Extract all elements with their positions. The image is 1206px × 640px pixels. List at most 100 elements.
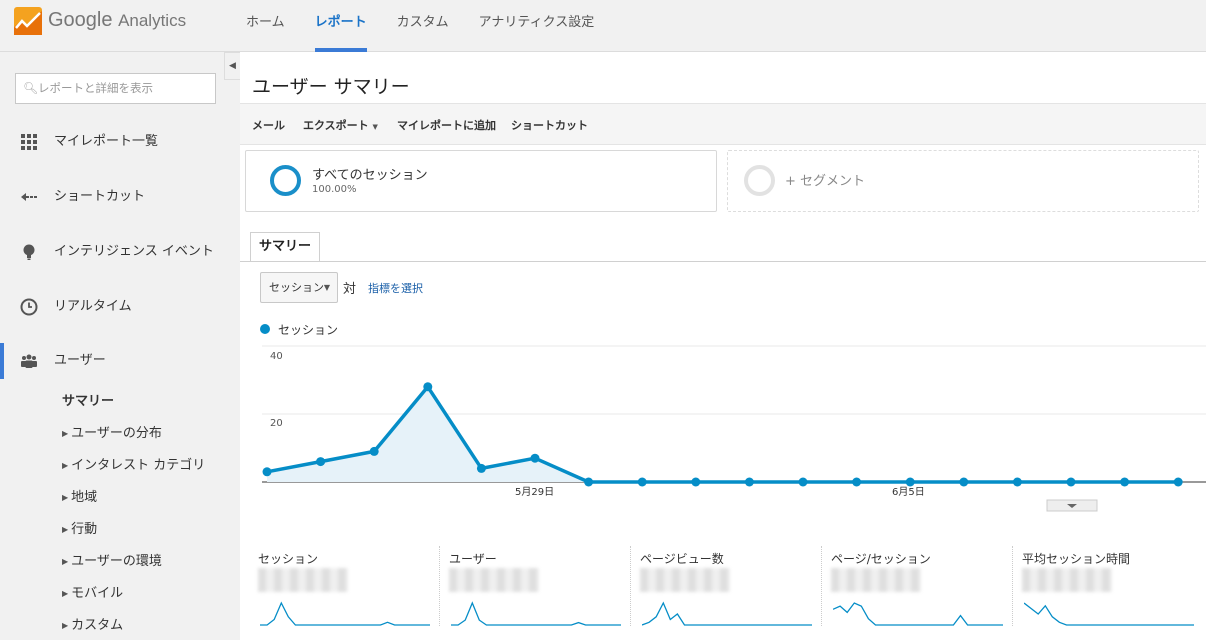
y-tick-label: 40 — [270, 351, 283, 362]
data-point[interactable] — [637, 477, 647, 487]
metric-select[interactable]: セッション ▼ — [260, 272, 338, 303]
metric-card[interactable]: ページビュー数 — [632, 546, 822, 640]
sidebar-item-realtime[interactable]: リアルタイム — [0, 287, 240, 327]
sidebar-sub-behavior[interactable]: ▶ 行動 — [62, 518, 97, 537]
sidebar-item-audience[interactable]: ユーザー — [0, 341, 240, 381]
metric-value-blurred — [831, 568, 921, 592]
nav-reports[interactable]: レポート — [314, 0, 367, 52]
x-tick-label: 6月5日 — [892, 486, 925, 498]
top-bar: Google Analytics ホーム レポート カスタム アナリティクス設定 — [0, 0, 1206, 52]
caret-left-icon: ◀ — [229, 61, 236, 71]
metrics-strip: セッション ユーザー ページビュー数 ページ/セッション 平均セッション時間 — [240, 546, 1206, 640]
chevron-down-icon: ▼ — [372, 123, 378, 131]
sparkline-line — [642, 601, 812, 626]
metric-sparkline — [260, 601, 430, 626]
metric-card[interactable]: 平均セッション時間 — [1014, 546, 1204, 640]
chevron-down-icon: ▼ — [323, 283, 330, 292]
lightbulb-icon — [23, 244, 35, 260]
sessions-line-chart[interactable]: 40 20 5月29日 6月5日 — [240, 342, 1206, 512]
sidebar-sub-label: 地域 — [71, 490, 98, 505]
data-point[interactable] — [476, 463, 486, 473]
sidebar-sub-mobile[interactable]: ▶ モバイル — [62, 582, 123, 601]
data-point[interactable] — [530, 453, 540, 463]
caret-right-icon: ▶ — [62, 589, 69, 598]
sidebar-item-intelligence[interactable]: インテリジェンス イベント — [0, 232, 240, 272]
add-to-dashboard-button[interactable]: マイレポートに追加 — [397, 117, 496, 133]
metric-card[interactable]: ページ/セッション — [823, 546, 1013, 640]
segment-all-sessions[interactable]: すべてのセッション 100.00% — [245, 150, 717, 212]
sidebar-item-label: ユーザー — [54, 353, 106, 368]
sidebar-sub-interests[interactable]: ▶ インタレスト カテゴリ — [62, 454, 205, 473]
sidebar-sub-technology[interactable]: ▶ ユーザーの環境 — [62, 550, 162, 569]
sparkline-line — [260, 601, 430, 626]
metric-value-blurred — [640, 568, 730, 592]
sidebar-item-label: ショートカット — [54, 189, 146, 204]
sparkline-line — [1024, 602, 1194, 626]
legend-dot — [260, 324, 270, 334]
data-point[interactable] — [959, 477, 969, 487]
sidebar-sub-custom[interactable]: ▶ カスタム — [62, 614, 123, 633]
x-tick-label: 5月29日 — [515, 486, 554, 498]
sidebar-sub-label: インタレスト カテゴリ — [71, 458, 206, 473]
segment-ring-empty-icon — [744, 165, 775, 196]
shortcut-arrow-icon — [21, 193, 37, 201]
caret-right-icon: ▶ — [62, 557, 69, 566]
metric-sparkline — [833, 602, 1003, 626]
caret-right-icon: ▶ — [62, 525, 69, 534]
shortcut-button[interactable]: ショートカット — [511, 117, 588, 133]
metric-card[interactable]: ユーザー — [441, 546, 631, 640]
tab-divider — [240, 261, 1206, 262]
data-point[interactable] — [369, 446, 379, 456]
metric-label: ユーザー — [449, 552, 497, 566]
data-point[interactable] — [905, 477, 915, 487]
data-point[interactable] — [584, 477, 594, 487]
sidebar-sub-summary[interactable]: サマリー — [62, 390, 114, 409]
sidebar-sub-label: ユーザーの環境 — [71, 554, 162, 569]
metric-sparkline — [1024, 602, 1194, 626]
tab-summary[interactable]: サマリー — [250, 232, 321, 262]
sparkline-line — [833, 602, 1003, 626]
add-segment-button[interactable]: + セグメント — [727, 150, 1199, 212]
sidebar: 🔍︎ レポートと詳細を表示 マイレポート一覧 ショートカット インテリジェンス … — [0, 52, 240, 640]
analytics-logo-icon[interactable] — [14, 7, 42, 35]
chart-series — [262, 382, 1183, 487]
sidebar-item-shortcuts[interactable]: ショートカット — [0, 177, 240, 217]
data-point[interactable] — [1173, 477, 1183, 487]
app-logo-text[interactable]: Google Analytics — [48, 9, 186, 32]
users-icon — [21, 354, 37, 368]
email-button[interactable]: メール — [252, 117, 285, 133]
sidebar-sub-label: 行動 — [71, 522, 98, 537]
nav-custom[interactable]: カスタム — [397, 0, 449, 52]
export-button[interactable]: エクスポート ▼ — [303, 117, 378, 133]
nav-home[interactable]: ホーム — [246, 0, 285, 52]
data-point[interactable] — [1066, 477, 1076, 487]
sidebar-collapse-button[interactable]: ◀ — [224, 52, 240, 80]
search-placeholder: レポートと詳細を表示 — [38, 81, 153, 95]
sidebar-sub-geo[interactable]: ▶ 地域 — [62, 486, 97, 505]
data-point[interactable] — [852, 477, 862, 487]
caret-right-icon: ▶ — [62, 621, 69, 630]
data-point[interactable] — [744, 477, 754, 487]
data-point[interactable] — [1012, 477, 1022, 487]
sidebar-item-dashboards[interactable]: マイレポート一覧 — [0, 122, 240, 162]
data-point[interactable] — [423, 382, 433, 392]
sidebar-item-label: マイレポート一覧 — [54, 134, 159, 149]
y-tick-label: 20 — [270, 418, 283, 429]
data-point[interactable] — [262, 467, 272, 477]
sidebar-item-label: インテリジェンス イベント — [54, 244, 214, 259]
data-point[interactable] — [798, 477, 808, 487]
data-point[interactable] — [316, 457, 326, 467]
nav-admin[interactable]: アナリティクス設定 — [479, 0, 595, 52]
main-nav: ホーム レポート カスタム アナリティクス設定 — [246, 0, 624, 52]
choose-metric-link[interactable]: 指標を選択 — [368, 280, 423, 296]
sidebar-sub-label: ユーザーの分布 — [71, 426, 162, 441]
metric-value-blurred — [258, 568, 348, 592]
metric-card[interactable]: セッション — [250, 546, 440, 640]
data-point[interactable] — [1120, 477, 1130, 487]
sidebar-sub-demographics[interactable]: ▶ ユーザーの分布 — [62, 422, 162, 441]
segment-label: すべてのセッション — [312, 168, 428, 183]
report-search-input[interactable]: 🔍︎ レポートと詳細を表示 — [15, 73, 216, 104]
data-point[interactable] — [691, 477, 701, 487]
page-title: ユーザー サマリー — [252, 76, 410, 98]
metric-divider — [1012, 546, 1013, 626]
